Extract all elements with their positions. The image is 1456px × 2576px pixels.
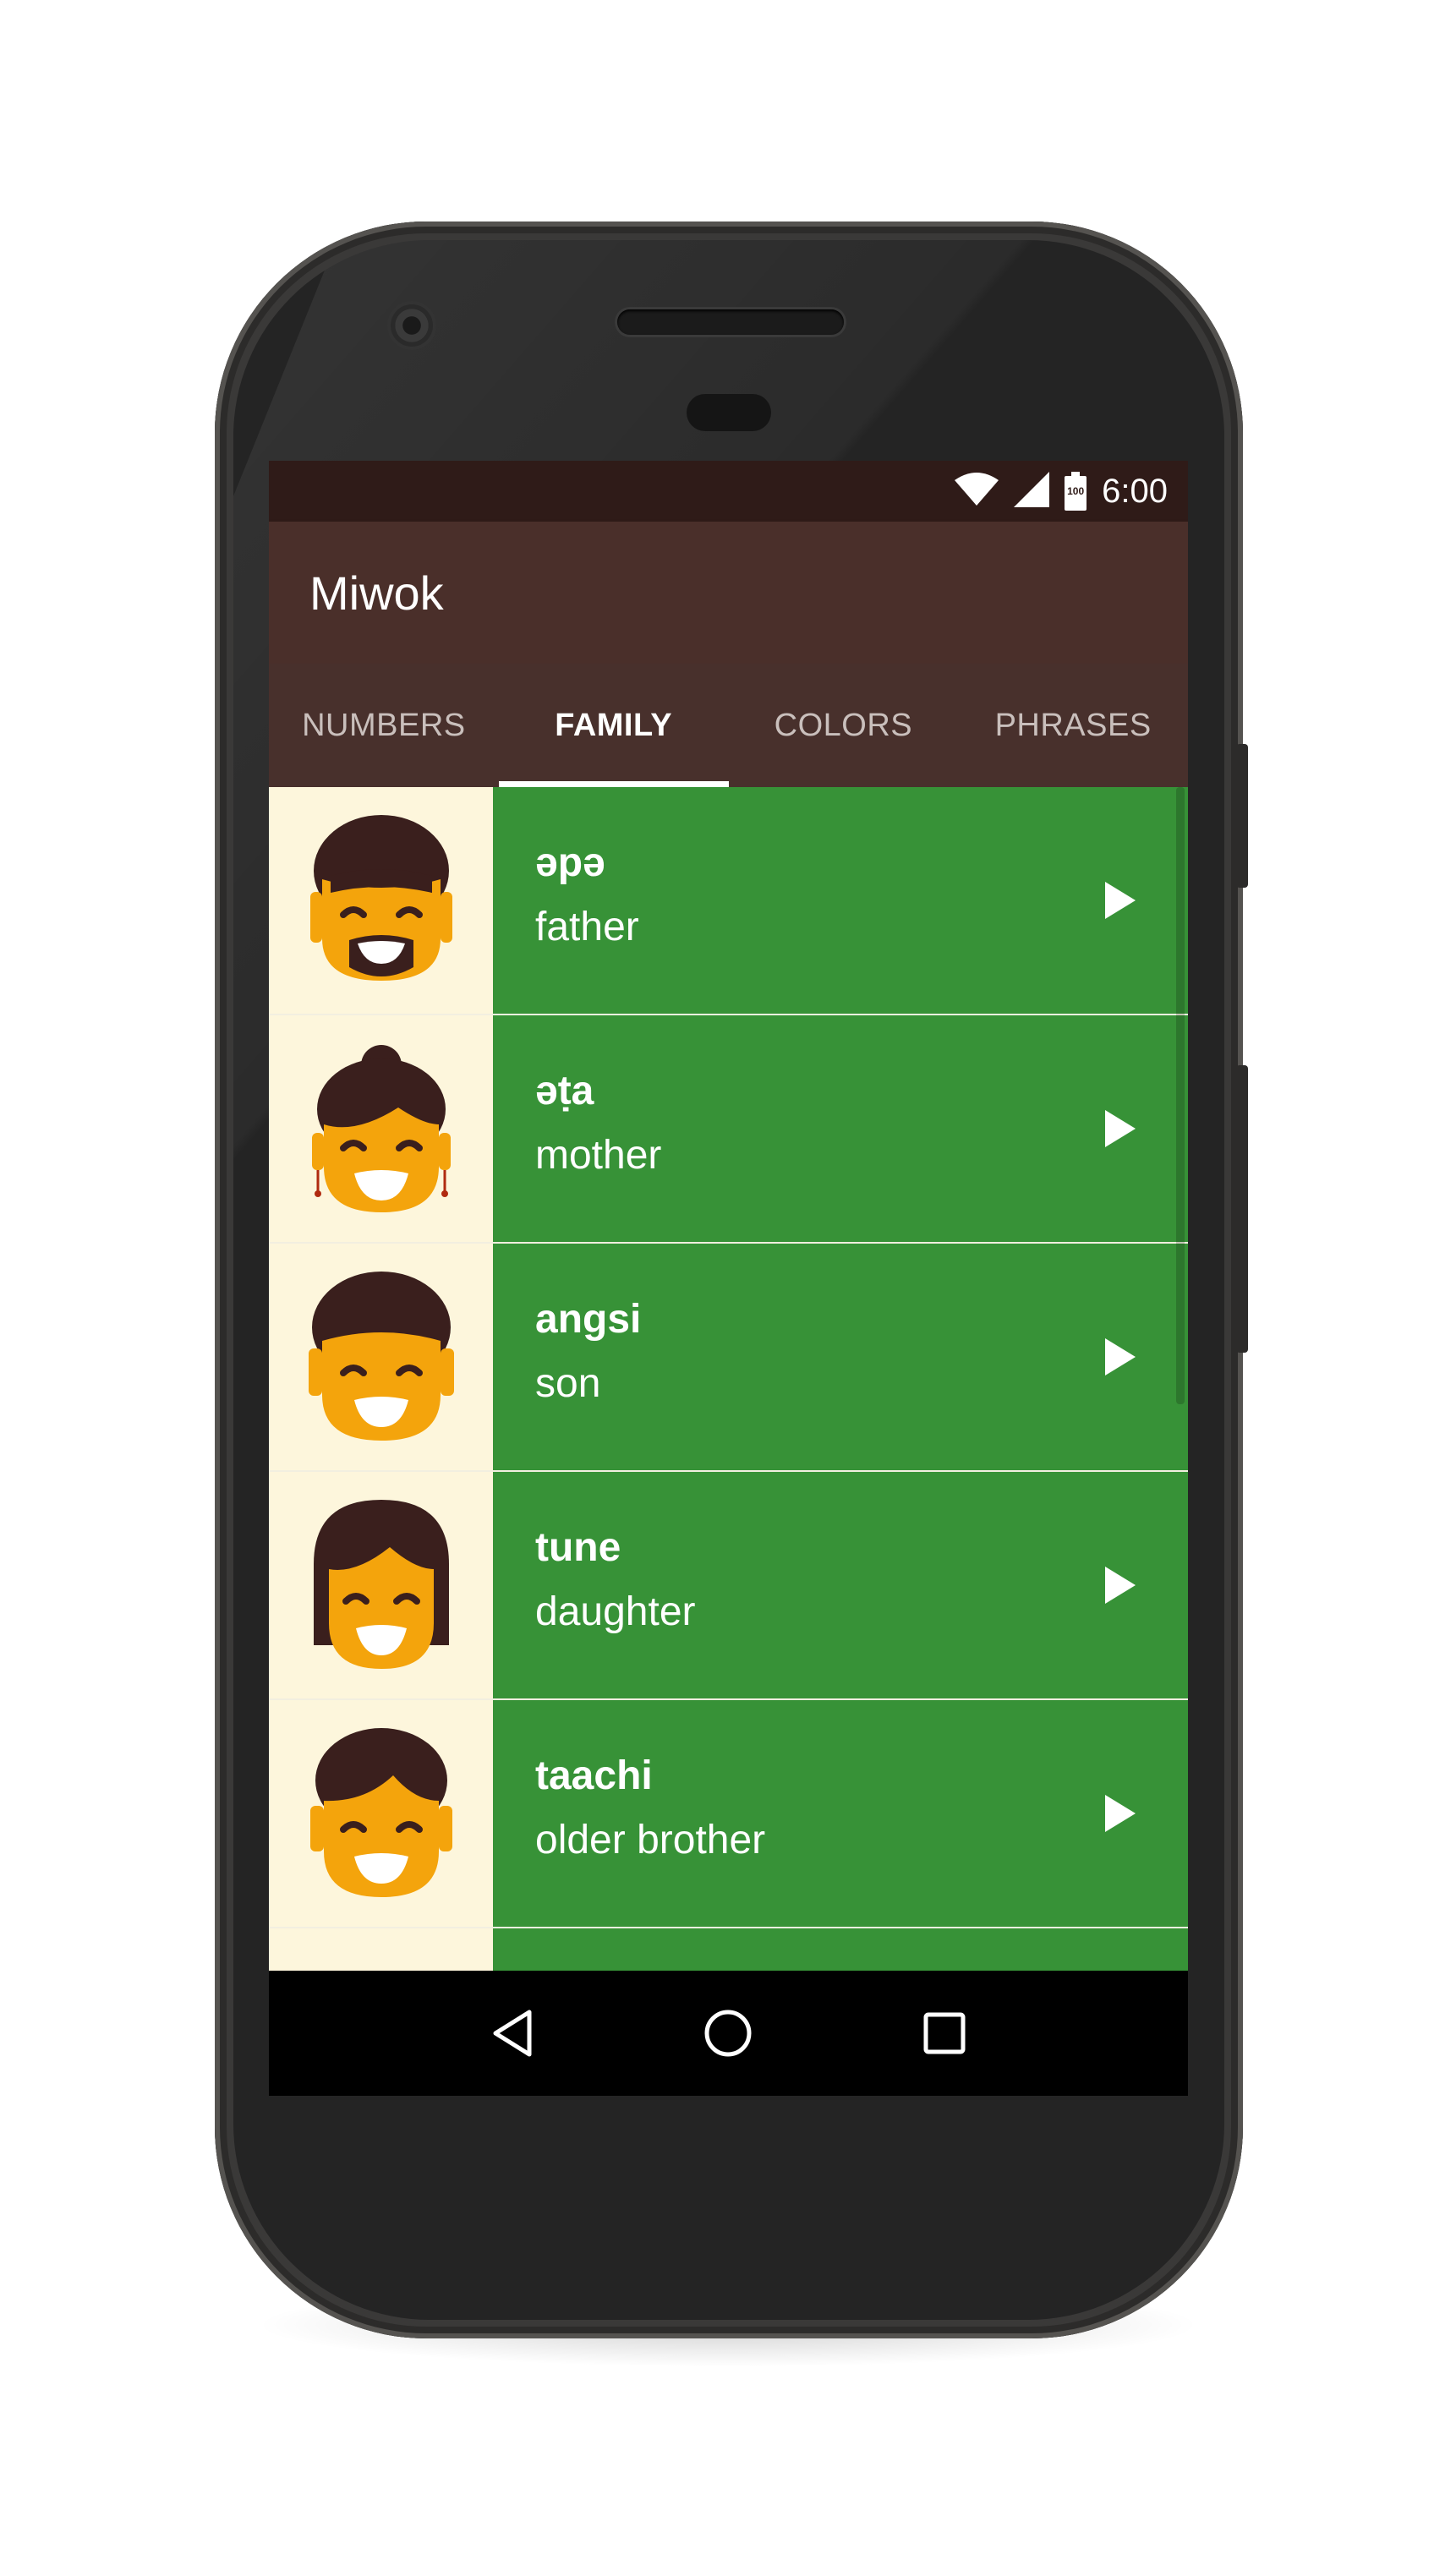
tab-family[interactable]: FAMILY [498,664,729,787]
english-translation: daughter [535,1589,696,1634]
tab-numbers[interactable]: NUMBERS [269,664,499,787]
play-icon[interactable] [1102,878,1139,922]
home-icon[interactable] [698,2004,758,2063]
list-item[interactable]: angsi son [269,1244,1188,1472]
list-item[interactable]: taachi older brother [269,1700,1188,1928]
recents-icon[interactable] [915,2004,974,2063]
play-icon[interactable] [1102,1335,1139,1379]
miwok-word: əpə [535,840,605,885]
earpiece-speaker [617,309,844,335]
front-camera [391,304,433,347]
phone-screen: 100 6:00 Miwok NUMBERS FAMILY COLORS PHR… [269,461,1188,2096]
back-icon[interactable] [483,2004,542,2063]
miwok-word: tune [535,1525,621,1570]
older-brother-avatar-icon [269,1700,493,1927]
daughter-avatar-icon [269,1472,493,1698]
miwok-word: əṭa [535,1069,594,1113]
battery-icon: 100 [1065,472,1087,511]
navigation-bar [269,1971,1188,2096]
miwok-word: angsi [535,1297,642,1342]
play-icon[interactable] [1102,1563,1139,1607]
status-bar: 100 6:00 [269,461,1188,522]
battery-level: 100 [1067,485,1085,497]
word-card: əṭa mother [493,1015,1188,1242]
play-icon[interactable] [1102,1791,1139,1835]
word-card: angsi son [493,1244,1188,1470]
list-item[interactable]: əpə father [269,787,1188,1015]
list-item[interactable]: tune daughter [269,1472,1188,1700]
list-item[interactable] [269,1928,1188,1971]
english-translation: son [535,1361,601,1406]
proximity-sensor [687,394,771,431]
mother-avatar-icon [269,1015,493,1242]
next-avatar-icon [269,1928,493,1971]
app-title: Miwok [309,566,444,620]
father-avatar-icon [269,787,493,1014]
signal-icon [1014,471,1050,511]
tab-colors[interactable]: COLORS [729,664,959,787]
english-translation: older brother [535,1818,766,1862]
list-scrollbar[interactable] [1176,787,1185,1404]
english-translation: mother [535,1133,662,1178]
status-time: 6:00 [1102,472,1168,510]
app-bar: Miwok [269,522,1188,664]
word-card: əpə father [493,787,1188,1014]
play-icon[interactable] [1102,1107,1139,1151]
son-avatar-icon [269,1244,493,1470]
word-card [493,1928,1188,1971]
tab-bar: NUMBERS FAMILY COLORS PHRASES [269,664,1188,787]
power-button [1236,744,1248,888]
wifi-icon [955,472,999,511]
word-card: taachi older brother [493,1700,1188,1927]
word-card: tune daughter [493,1472,1188,1698]
miwok-word: taachi [535,1753,653,1798]
tab-phrases[interactable]: PHRASES [958,664,1188,787]
list-item[interactable]: əṭa mother [269,1015,1188,1244]
english-translation: father [535,905,639,949]
volume-button [1236,1065,1248,1353]
family-word-list: əpə father əṭa mother angsi son tune dau… [269,787,1188,1971]
